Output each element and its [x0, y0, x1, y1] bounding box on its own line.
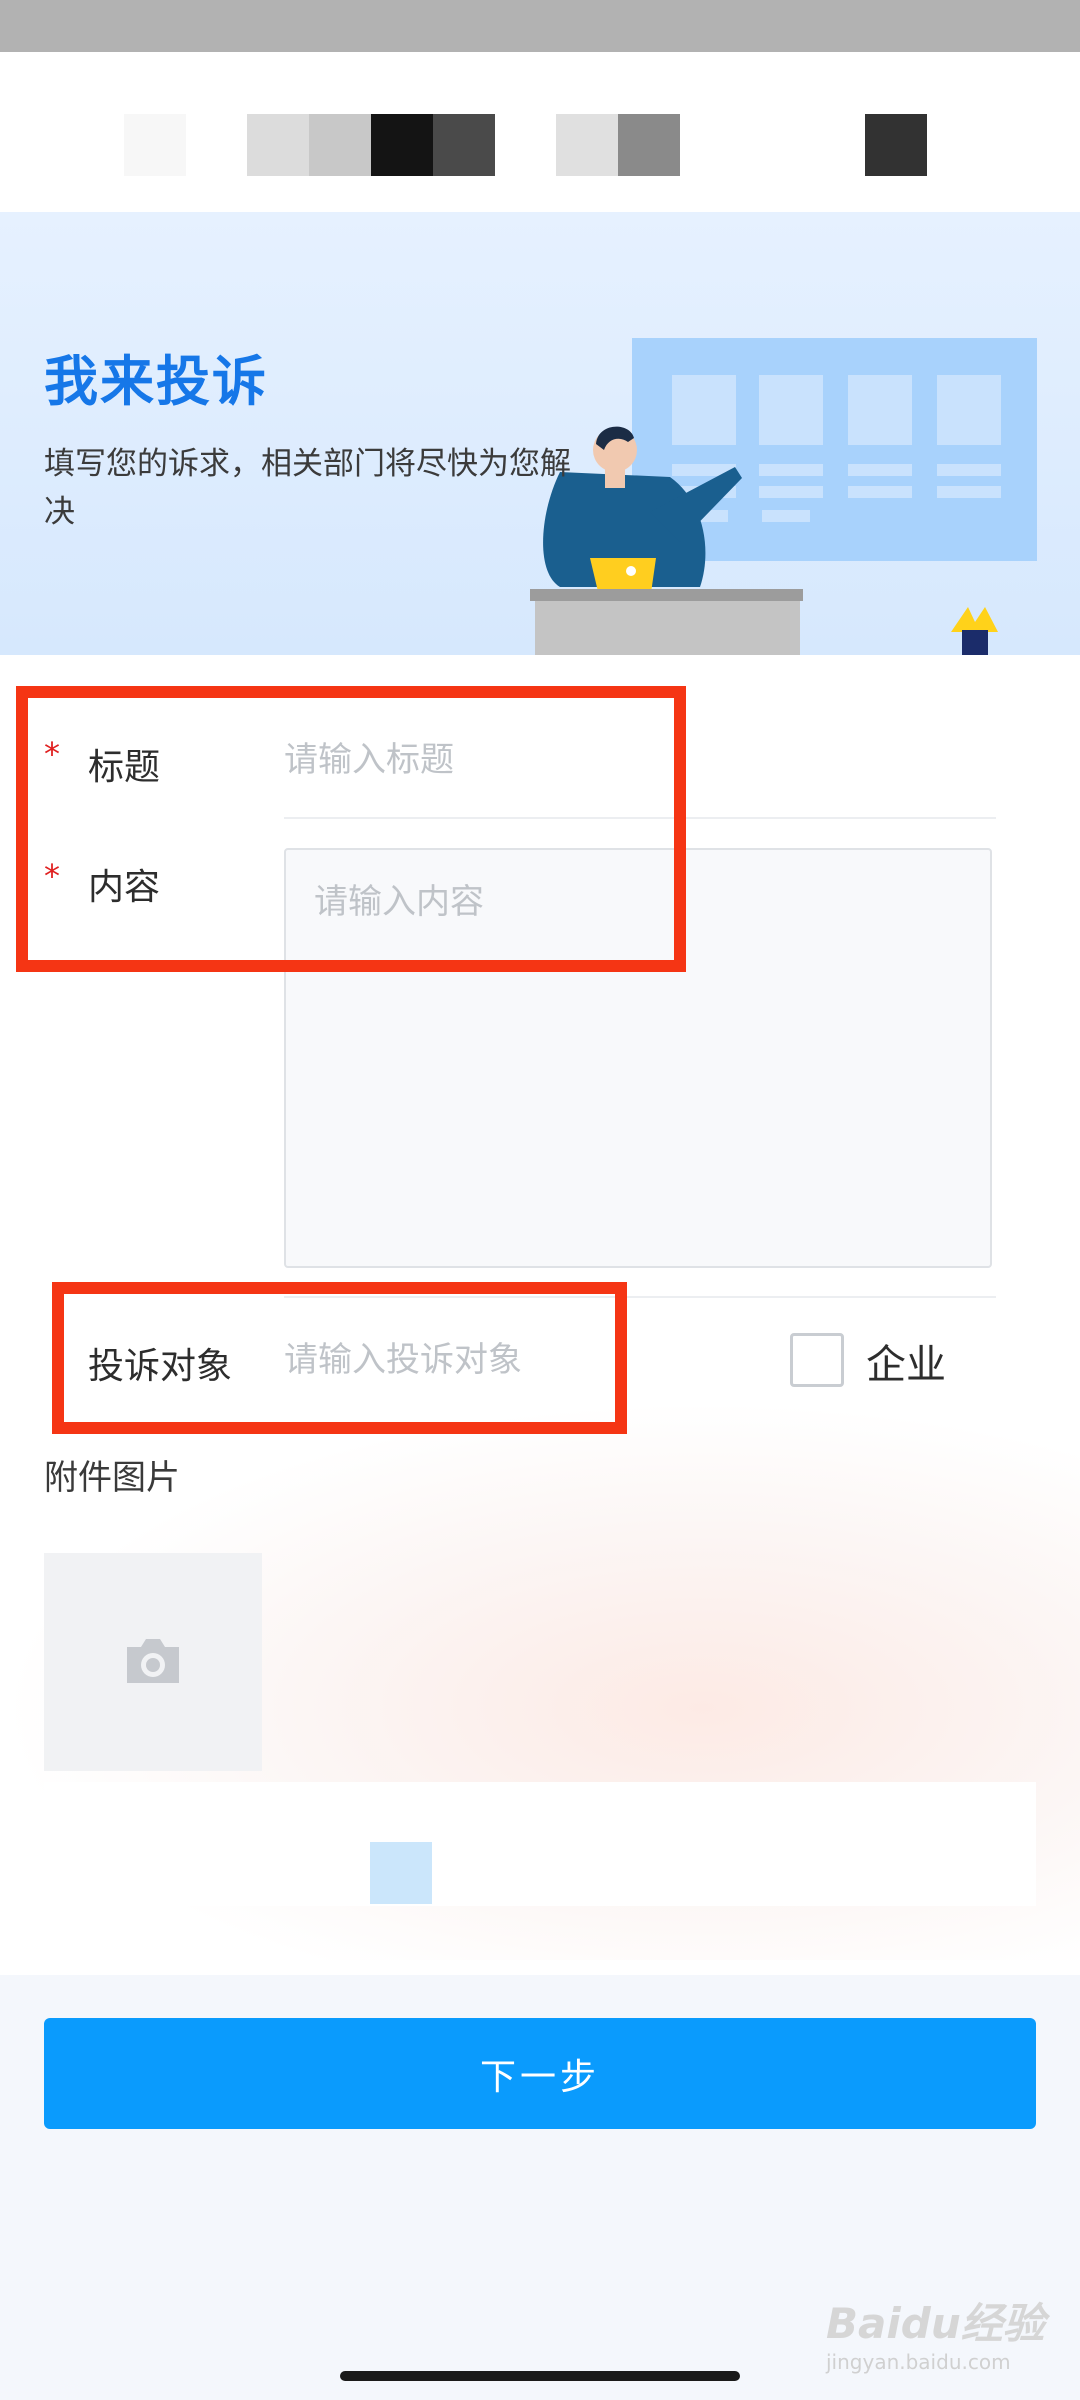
attachment-strip [44, 1782, 1036, 1906]
camera-icon [127, 1639, 179, 1683]
blurred-nav-item [433, 114, 495, 176]
blurred-nav-item [371, 114, 433, 176]
baidu-watermark: Baidu经验 [826, 2299, 1045, 2348]
baidu-watermark-url: jingyan.baidu.com [826, 2350, 1011, 2374]
blurred-nav-item [556, 114, 618, 176]
home-indicator[interactable] [340, 2371, 740, 2381]
enterprise-label: 企业 [866, 1342, 946, 1388]
attachment-label: 附件图片 [44, 1458, 180, 1498]
blurred-nav-item [309, 114, 371, 176]
blurred-nav-item [124, 114, 186, 176]
enterprise-checkbox[interactable] [790, 1333, 844, 1387]
next-step-button[interactable]: 下一步 [44, 2018, 1036, 2129]
blurred-nav-item [865, 114, 927, 176]
complaint-banner: 我来投诉 填写您的诉求，相关部门将尽快为您解决 [0, 212, 1080, 655]
blurred-nav-item [618, 114, 680, 176]
status-bar [0, 0, 1080, 52]
top-header [0, 52, 1080, 212]
highlight-box-target [52, 1282, 627, 1434]
banner-subtitle: 填写您的诉求，相关部门将尽快为您解决 [44, 446, 571, 530]
highlight-box-title-content [16, 686, 686, 972]
attachment-thumbnail[interactable] [370, 1842, 432, 1904]
office-illustration [530, 338, 1037, 655]
blurred-nav-item [247, 114, 309, 176]
banner-title: 我来投诉 [44, 350, 268, 413]
